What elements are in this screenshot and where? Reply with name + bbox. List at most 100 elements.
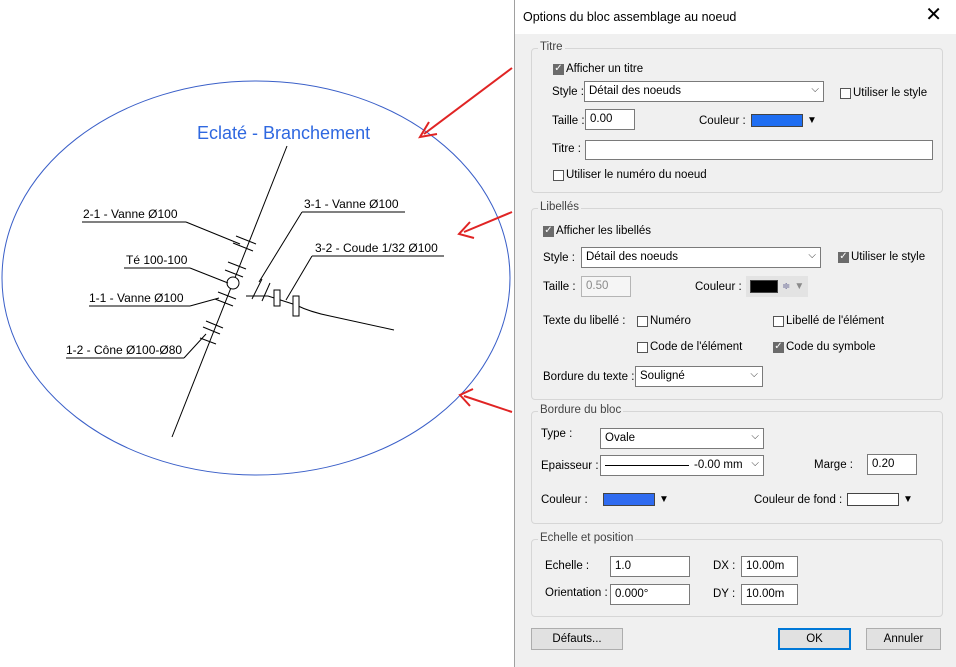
titre-color-label: Couleur : (699, 115, 746, 127)
pipe-network (171, 145, 395, 438)
libelles-color-label: Couleur : (695, 281, 742, 293)
checkbox-box[interactable] (553, 169, 564, 181)
scale-input[interactable]: 1.0 (610, 556, 690, 577)
text-border-label: Bordure du texte : (543, 371, 635, 383)
libelles-style-label: Style : (543, 252, 575, 264)
group-echelle-legend: Echelle et position (538, 532, 636, 544)
dx-label: DX : (713, 560, 736, 572)
bg-color-swatch (847, 493, 899, 506)
titre-text-label: Titre : (552, 143, 581, 155)
titre-use-style-label: Utiliser le style (853, 87, 928, 99)
group-echelle: Echelle et position (531, 532, 943, 617)
border-type-select[interactable]: Ovale ⌵ (600, 428, 764, 449)
titre-color-swatch (751, 114, 803, 127)
libelles-style-value: Détail des noeuds (586, 251, 679, 263)
block-options-dialog: Options du bloc assemblage au noeud ✕ Ti… (514, 0, 956, 667)
numero-label: Numéro (650, 315, 691, 327)
titre-text-input[interactable] (585, 140, 933, 160)
libelles-color-picker[interactable]: ≑ ▼ (746, 276, 809, 297)
cancel-button[interactable]: Annuler (866, 628, 941, 650)
chevron-down-icon: ⌵ (808, 250, 816, 261)
leader-lines (66, 211, 444, 359)
scale-label: Echelle : (545, 560, 590, 572)
dialog-titlebar: Options du bloc assemblage au noeud ✕ (515, 0, 956, 34)
group-bordure-legend: Bordure du bloc (538, 404, 624, 416)
libelles-size-input[interactable]: 0.50 (581, 276, 631, 297)
ok-button[interactable]: OK (778, 628, 851, 650)
checkbox-box[interactable]: ✓ (553, 63, 564, 75)
red-arrows (418, 67, 513, 413)
label-3-1-vanne: 3-1 - Vanne Ø100 (304, 197, 399, 211)
bg-color-picker[interactable]: ▼ (847, 489, 913, 510)
cancel-button-label: Annuler (883, 633, 924, 645)
titre-size-label: Taille : (552, 115, 585, 127)
titre-style-select[interactable]: Détail des noeuds ⌵ (584, 81, 824, 102)
dy-label: DY : (713, 588, 736, 600)
chevron-down-icon: ⌵ (751, 458, 759, 469)
chevron-down-icon: ⌵ (751, 431, 759, 442)
libelles-use-style-checkbox[interactable]: ✓ Utiliser le style (838, 251, 925, 263)
thickness-value: -0.00 mm (694, 459, 743, 471)
checkbox-box[interactable]: ✓ (543, 225, 554, 237)
border-color-picker[interactable]: ▼ (603, 489, 669, 510)
thickness-select[interactable]: -0.00 mm ⌵ (600, 455, 764, 476)
titre-color-picker[interactable]: ▼ (751, 110, 817, 131)
ok-button-label: OK (806, 633, 823, 645)
defaults-button[interactable]: Défauts... (531, 628, 623, 650)
dy-value: 10.00m (746, 588, 785, 600)
dialog-title: Options du bloc assemblage au noeud (523, 10, 737, 24)
show-title-checkbox[interactable]: ✓ Afficher un titre (553, 63, 643, 75)
defaults-button-label: Défauts... (552, 633, 602, 645)
titre-use-style-checkbox[interactable]: Utiliser le style (840, 87, 927, 99)
dropdown-arrow-icon: ▼ (659, 494, 669, 505)
label-2-1-vanne: 2-1 - Vanne Ø100 (83, 207, 178, 221)
margin-value: 0.20 (872, 458, 895, 470)
libelles-size-value: 0.50 (586, 280, 609, 292)
label-1-2-cone: 1-2 - Cône Ø100-Ø80 (66, 343, 182, 357)
dx-value: 10.00m (746, 560, 785, 572)
dy-input[interactable]: 10.00m (741, 584, 798, 605)
orientation-value: 0.000° (615, 588, 649, 600)
use-node-number-label: Utiliser le numéro du noeud (566, 169, 707, 181)
checkbox-box[interactable]: ✓ (838, 251, 849, 263)
libelles-use-style-label: Utiliser le style (851, 251, 926, 263)
show-labels-checkbox[interactable]: ✓ Afficher les libellés (543, 225, 651, 237)
dropdown-arrow-icon: ▼ (794, 281, 805, 292)
element-label-checkbox[interactable]: Libellé de l'élément (773, 315, 884, 327)
checkbox-box[interactable] (637, 315, 648, 327)
margin-input[interactable]: 0.20 (867, 454, 917, 475)
libelles-color-swatch (750, 280, 778, 293)
label-1-1-vanne: 1-1 - Vanne Ø100 (89, 291, 184, 305)
element-code-checkbox[interactable]: Code de l'élément (637, 341, 742, 353)
libelles-style-select[interactable]: Détail des noeuds ⌵ (581, 247, 821, 268)
titre-style-label: Style : (552, 86, 584, 98)
chevron-down-icon: ⌵ (750, 369, 758, 380)
thickness-label: Epaisseur : (541, 460, 599, 472)
show-title-label: Afficher un titre (566, 63, 644, 75)
titre-style-value: Détail des noeuds (589, 85, 682, 97)
titre-size-value: 0.00 (590, 113, 613, 125)
checkbox-box[interactable] (637, 341, 648, 353)
checkbox-box[interactable] (840, 87, 851, 99)
orientation-input[interactable]: 0.000° (610, 584, 690, 605)
dx-input[interactable]: 10.00m (741, 556, 798, 577)
use-node-number-checkbox[interactable]: Utiliser le numéro du noeud (553, 169, 707, 181)
dropdown-arrow-icon: ▼ (903, 494, 913, 505)
symbol-code-label: Code du symbole (786, 341, 876, 353)
group-libelles-legend: Libellés (538, 201, 581, 213)
drawing-title: Eclaté - Branchement (197, 123, 370, 143)
checkbox-box[interactable]: ✓ (773, 341, 784, 353)
label-3-2-coude: 3-2 - Coude 1/32 Ø100 (315, 241, 438, 255)
close-icon[interactable]: ✕ (925, 5, 942, 25)
numero-checkbox[interactable]: Numéro (637, 315, 691, 327)
libelles-size-label: Taille : (543, 281, 576, 293)
bg-color-label: Couleur de fond : (754, 494, 843, 506)
symbol-code-checkbox[interactable]: ✓ Code du symbole (773, 341, 876, 353)
chevron-down-icon: ⌵ (811, 84, 819, 95)
layers-icon: ≑ (782, 281, 791, 292)
border-color-label: Couleur : (541, 494, 588, 506)
titre-size-input[interactable]: 0.00 (585, 109, 635, 130)
element-label-label: Libellé de l'élément (786, 315, 885, 327)
checkbox-box[interactable] (773, 315, 784, 327)
text-border-select[interactable]: Souligné ⌵ (635, 366, 763, 387)
